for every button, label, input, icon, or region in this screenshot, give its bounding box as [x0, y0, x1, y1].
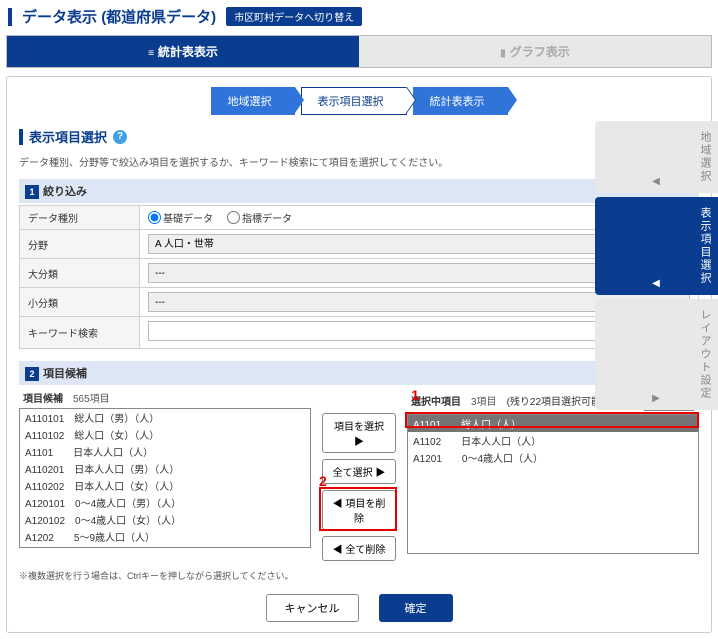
chevron-left-icon: ◀	[652, 278, 662, 289]
page-header: データ表示 (都道府県データ) 市区町村データへ切り替え	[0, 0, 718, 33]
title-main: データ表示	[22, 9, 97, 26]
title-sub: (都道府県データ)	[101, 9, 216, 26]
main-tabs: ≡統計表表示 ▮グラフ表示	[6, 35, 712, 68]
label-field: 分野	[20, 230, 140, 259]
add-all-button[interactable]: 全て選択 ▶	[322, 459, 396, 484]
step-region[interactable]: 地域選択	[211, 87, 295, 115]
list-item[interactable]: A120101 0～4歳人口（男）（人）	[20, 494, 310, 511]
right-tab-layout[interactable]: レイアウト設定▶	[595, 299, 718, 410]
list-item[interactable]: A110201 日本人人口（男）（人）	[20, 460, 310, 477]
footer-buttons: キャンセル 確定	[19, 594, 699, 622]
right-side-tabs: 地域選択◀ 表示項目選択◀ レイアウト設定▶	[595, 121, 718, 410]
switch-data-link[interactable]: 市区町村データへ切り替え	[226, 7, 362, 26]
list-icon: ≡	[148, 48, 154, 59]
list-item[interactable]: A120102 0～4歳人口（女）（人）	[20, 511, 310, 528]
step-table[interactable]: 統計表表示	[413, 87, 508, 115]
chevron-left-icon: ◀	[652, 176, 662, 187]
annotation-2: 2	[319, 473, 327, 489]
section-title-text: 表示項目選択	[29, 127, 107, 146]
left-count: 565項目	[73, 394, 110, 405]
right-remain: (残り22項目選択可能)	[507, 397, 605, 408]
candidates-row: 項目候補 565項目 A110101 総人口（男）（人）A110102 総人口（…	[19, 387, 699, 561]
label-major: 大分類	[20, 259, 140, 288]
annotation-1: 1	[411, 387, 419, 403]
list-item[interactable]: A1202 5～9歳人口（人）	[20, 528, 310, 545]
chevron-right-icon: ▶	[652, 393, 662, 404]
list-item[interactable]: A1101 総人口（人）	[408, 415, 698, 432]
multi-select-note: ※複数選択を行う場合は、Ctrlキーを押しながら選択してください。	[19, 569, 699, 582]
confirm-button[interactable]: 確定	[379, 594, 453, 622]
label-keyword: キーワード検索	[20, 317, 140, 349]
help-icon[interactable]: ?	[113, 130, 127, 144]
filter-step-num: 1	[25, 185, 39, 199]
page-title: データ表示 (都道府県データ)	[22, 6, 216, 27]
right-count: 3項目	[471, 397, 497, 408]
radio-basic[interactable]: 基礎データ	[148, 210, 213, 225]
wizard-steps: 地域選択 表示項目選択 統計表表示	[19, 87, 699, 115]
section-accent-bar	[19, 129, 23, 145]
remove-button[interactable]: ◀ 項目を削除	[322, 490, 396, 530]
label-minor: 小分類	[20, 288, 140, 317]
step-item[interactable]: 表示項目選択	[301, 87, 407, 115]
selected-right: 選択中項目 3項目 (残り22項目選択可能) クリア A1101 総人口（人）A…	[407, 387, 699, 561]
transfer-buttons: 項目を選択 ▶ 全て選択 ▶ ◀ 項目を削除 ◀ 全て削除	[319, 387, 399, 561]
cand-step-num: 2	[25, 367, 39, 381]
header-accent-bar	[8, 8, 12, 26]
radio-indicator[interactable]: 指標データ	[227, 210, 292, 225]
cancel-button[interactable]: キャンセル	[266, 594, 359, 622]
chart-icon: ▮	[500, 48, 506, 59]
list-item[interactable]: A110102 総人口（女）（人）	[20, 426, 310, 443]
list-item[interactable]: A120201 5～9歳人口（男）（人）	[20, 545, 310, 548]
list-item[interactable]: A110101 総人口（男）（人）	[20, 409, 310, 426]
list-item[interactable]: A110202 日本人人口（女）（人）	[20, 477, 310, 494]
tab-table[interactable]: ≡統計表表示	[7, 36, 359, 67]
list-item[interactable]: A1102 日本人人口（人）	[408, 432, 698, 449]
label-data-type: データ種別	[20, 206, 140, 230]
candidates-listbox[interactable]: A110101 総人口（男）（人）A110102 総人口（女）（人）A1101 …	[19, 408, 311, 548]
list-item[interactable]: A1201 0～4歳人口（人）	[408, 449, 698, 466]
selected-listbox[interactable]: A1101 総人口（人）A1102 日本人人口（人）A1201 0～4歳人口（人…	[407, 414, 699, 554]
add-button[interactable]: 項目を選択 ▶	[322, 413, 396, 453]
tab-graph[interactable]: ▮グラフ表示	[359, 36, 711, 67]
left-title: 項目候補	[23, 394, 63, 405]
list-item[interactable]: A1101 日本人人口（人）	[20, 443, 310, 460]
remove-all-button[interactable]: ◀ 全て削除	[322, 536, 396, 561]
keyword-input[interactable]	[148, 321, 634, 341]
candidates-left: 項目候補 565項目 A110101 総人口（男）（人）A110102 総人口（…	[19, 387, 311, 561]
right-tab-region[interactable]: 地域選択◀	[595, 121, 718, 193]
right-tab-item[interactable]: 表示項目選択◀	[595, 197, 718, 295]
